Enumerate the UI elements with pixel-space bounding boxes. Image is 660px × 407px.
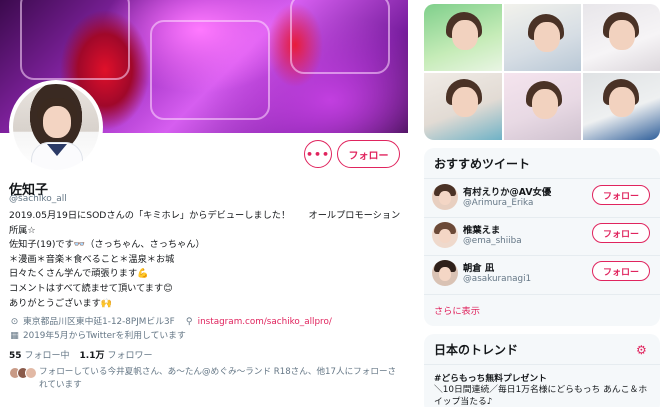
meta-joined-row: ▦ 2019年5月からTwitterを利用しています [9,329,404,343]
profile-website-link[interactable]: instagram.com/sachiko_allpro/ [198,315,332,329]
media-gallery [424,4,660,140]
mutual-text: フォローしている今井夏帆さん、あ～たん@めぐみ～ランド R18さん、他17人にフ… [39,367,397,390]
recommended-handle: @ema_shiiba [463,236,522,246]
recommended-title: おすすめツイート [434,157,531,171]
calendar-icon: ▦ [10,331,19,341]
photo-face [452,20,478,50]
mutual-avatars [9,366,37,392]
following-label: フォロー中 [24,351,70,361]
profile-joined: 2019年5月からTwitterを利用しています [23,331,186,341]
divider [424,364,660,365]
recommended-name: 椎葉えま [463,225,501,236]
recommended-item[interactable]: 朝倉 凪 @asakuranagi1 フォロー [432,258,656,288]
photo-face [452,87,478,117]
recommended-item[interactable]: 有村えりか@AV女優 @Arimura_Erika フォロー [432,182,656,212]
recommended-follow-button[interactable]: フォロー [592,261,650,281]
followers-count: 1.1万 [79,351,105,361]
banner-highlight [290,0,390,74]
avatar-face [439,229,451,243]
gallery-photo[interactable] [424,4,502,71]
gallery-photo[interactable] [583,4,660,71]
mutual-avatar [25,367,37,379]
follow-button[interactable]: フォロー [337,140,400,168]
profile-avatar[interactable] [9,80,103,174]
link-icon: ⚲ [185,317,193,327]
recommended-handle: @asakuranagi1 [463,274,532,284]
profile-handle: @sachiko_all [9,194,67,204]
recommended-handle: @Arimura_Erika [463,198,534,208]
photo-face [532,89,558,119]
followers-link[interactable]: 1.1万 フォロワー [80,348,153,361]
banner-highlight [150,20,270,120]
recommended-name: 有村えりか@AV女優 [463,187,552,198]
location-pin-icon: ⊙ [10,317,19,327]
photo-face [609,20,635,50]
recommended-avatar[interactable] [432,260,458,286]
profile-bio: 2019.05月19日にSODさんの「キミホレ」からデビューしました！ オールプ… [9,210,401,309]
divider [424,178,660,179]
divider [424,255,660,256]
trends-card: 日本のトレンド ⚙ #どらもっち無料プレゼント ＼10日間連続／毎日1万名様にど… [424,334,660,407]
profile-column: ••• フォロー 佐知子 @sachiko_all 2019.05月19日にSO… [0,0,408,407]
avatar-face [43,106,71,138]
recommended-follow-button[interactable]: フォロー [592,223,650,243]
recommended-name: 朝倉 凪 [463,263,495,274]
trend-description: ＼10日間連続／毎日1万名様にどらもっち あんこ＆ホイップ当たる♪ [434,385,648,407]
avatar-face [439,191,451,205]
avatar-face [439,267,451,281]
divider [424,294,660,295]
trend-hashtag[interactable]: #どらもっち無料プレゼント [434,371,547,384]
profile-location: 東京都品川区東中延1-12-8PJMビル3F [23,317,175,327]
recommended-avatar[interactable] [432,184,458,210]
followers-label: フォロワー [107,351,153,361]
more-options-button[interactable]: ••• [304,140,332,168]
following-link[interactable]: 55 フォロー中 [9,348,70,361]
following-count: 55 [9,351,22,361]
profile-counts: 55 フォロー中 1.1万 フォロワー [9,348,153,361]
photo-face [534,22,560,52]
gallery-photo[interactable] [504,4,581,71]
more-icon: ••• [305,147,331,161]
mutual-followers[interactable]: フォローしている今井夏帆さん、あ～たん@めぐみ～ランド R18さん、他17人にフ… [9,366,404,392]
banner-highlight [20,0,130,80]
gallery-photo[interactable] [424,73,502,140]
recommended-item[interactable]: 椎葉えま @ema_shiiba フォロー [432,220,656,250]
divider [424,217,660,218]
meta-location-row: ⊙ 東京都品川区東中延1-12-8PJMビル3F ⚲ instagram.com… [9,315,404,329]
profile-meta: ⊙ 東京都品川区東中延1-12-8PJMビル3F ⚲ instagram.com… [9,315,404,343]
show-more-link[interactable]: さらに表示 [434,303,480,317]
photo-face [609,87,635,117]
gallery-photo[interactable] [504,73,581,140]
trends-title: 日本のトレンド [434,343,519,357]
gear-icon[interactable]: ⚙ [636,343,647,357]
recommended-follow-button[interactable]: フォロー [592,185,650,205]
recommended-avatar[interactable] [432,222,458,248]
gallery-photo[interactable] [583,73,660,140]
recommended-card: おすすめツイート 有村えりか@AV女優 @Arimura_Erika フォロー … [424,148,660,326]
